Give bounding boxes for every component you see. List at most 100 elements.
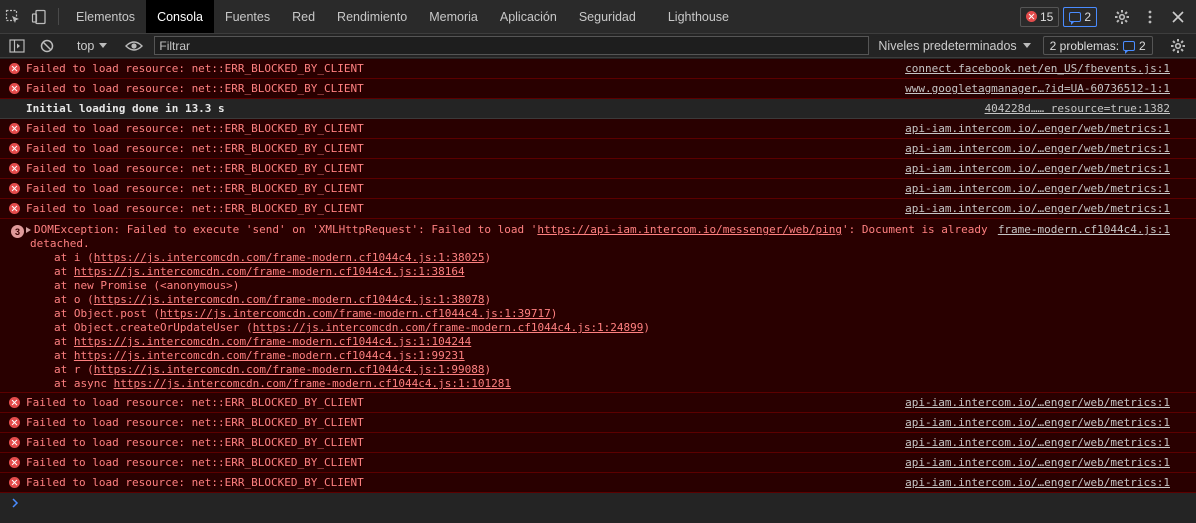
devtools-tabbar: Elementos Consola Fuentes Red Rendimiento Mem… [0, 0, 1196, 34]
console-error-row[interactable]: Failed to load resource: net::ERR_BLOCKE… [0, 199, 1196, 219]
filter-input[interactable] [154, 36, 870, 55]
console-error-row[interactable]: Failed to load resource: net::ERR_BLOCKE… [0, 473, 1196, 493]
stack-frame-text: at new Promise (<anonymous>) [54, 279, 240, 292]
tab-5[interactable]: Memoria [418, 0, 489, 33]
error-icon [1025, 11, 1037, 22]
close-icon[interactable] [1166, 5, 1190, 29]
stack-frame: at new Promise (<anonymous>) [26, 279, 1170, 293]
context-label: top [77, 38, 95, 53]
stack-frame-text: at i ( [54, 251, 94, 264]
console-toolbar: top Niveles predeterminados 2 problemas:… [0, 34, 1196, 58]
stack-frame-text: at Object.post ( [54, 307, 160, 320]
gear-icon[interactable] [1166, 34, 1190, 58]
tab-2[interactable]: Fuentes [214, 0, 281, 33]
message-source-link[interactable]: api-iam.intercom.io/…enger/web/metrics:1 [905, 122, 1170, 135]
context-selector[interactable]: top [69, 39, 115, 53]
stack-frame-link[interactable]: https://js.intercomcdn.com/frame-modern.… [94, 251, 485, 264]
console-error-row[interactable]: Failed to load resource: net::ERR_BLOCKE… [0, 393, 1196, 413]
stack-frame-link[interactable]: https://js.intercomcdn.com/frame-modern.… [160, 307, 551, 320]
console-error-row[interactable]: Failed to load resource: net::ERR_BLOCKE… [0, 119, 1196, 139]
message-list: Failed to load resource: net::ERR_BLOCKE… [0, 393, 1196, 493]
message-source-link[interactable]: api-iam.intercom.io/…enger/web/metrics:1 [905, 202, 1170, 215]
error-count: 15 [1039, 9, 1054, 24]
exception-second-line: detached. [30, 237, 90, 250]
stack-frame-link[interactable]: https://js.intercomcdn.com/frame-modern.… [114, 377, 511, 390]
console-error-row[interactable]: Failed to load resource: net::ERR_BLOCKE… [0, 139, 1196, 159]
error-icon [9, 417, 20, 428]
device-toolbar-icon[interactable] [26, 0, 52, 33]
console-error-row[interactable]: Failed to load resource: net::ERR_BLOCKE… [0, 159, 1196, 179]
console-error-row[interactable]: Failed to load resource: net::ERR_BLOCKE… [0, 79, 1196, 99]
exception-url-link[interactable]: https://api-iam.intercom.io/messenger/we… [537, 223, 842, 236]
console-log-row[interactable]: Initial loading done in 13.3 s 404228d…… … [0, 99, 1196, 119]
live-expression-icon[interactable] [120, 40, 148, 52]
problems-count: 2 [1139, 38, 1146, 53]
issues-icon [1123, 40, 1136, 54]
console-error-row[interactable]: Failed to load resource: net::ERR_BLOCKE… [0, 433, 1196, 453]
stack-frame: at r (https://js.intercomcdn.com/frame-m… [26, 363, 1170, 377]
stack-frame: at o (https://js.intercomcdn.com/frame-m… [26, 293, 1170, 307]
sidebar-toggle-icon[interactable] [0, 38, 34, 53]
repeat-count-badge: 3 [11, 225, 24, 238]
message-source-link[interactable]: api-iam.intercom.io/…enger/web/metrics:1 [905, 162, 1170, 175]
message-source-link[interactable]: 404228d…… resource=true:1382 [985, 102, 1170, 115]
stack-frame-text: ) [484, 251, 492, 264]
issues-icon [1069, 11, 1082, 25]
message-source-link[interactable]: connect.facebook.net/en_US/fbevents.js:1 [905, 62, 1170, 75]
chevron-right-icon [12, 498, 19, 508]
log-levels-dropdown[interactable]: Niveles predeterminados [878, 39, 1031, 53]
message-source-link[interactable]: frame-modern.cf1044c4.js:1 [998, 223, 1170, 237]
message-source-link[interactable]: api-iam.intercom.io/…enger/web/metrics:1 [905, 436, 1170, 449]
stack-frame-link[interactable]: https://js.intercomcdn.com/frame-modern.… [74, 335, 471, 348]
stack-frame-link[interactable]: https://js.intercomcdn.com/frame-modern.… [74, 265, 465, 278]
stack-frame-link[interactable]: https://js.intercomcdn.com/frame-modern.… [74, 349, 465, 362]
tab-7[interactable]: Seguridad [568, 0, 647, 33]
error-icon [9, 457, 20, 468]
stack-frame-link[interactable]: https://js.intercomcdn.com/frame-modern.… [94, 293, 485, 306]
console-error-row[interactable]: Failed to load resource: net::ERR_BLOCKE… [0, 453, 1196, 473]
console-error-row[interactable]: Failed to load resource: net::ERR_BLOCKE… [0, 59, 1196, 79]
error-icon [9, 123, 20, 134]
console-error-row[interactable]: Failed to load resource: net::ERR_BLOCKE… [0, 413, 1196, 433]
inspect-element-icon[interactable] [0, 0, 26, 33]
tab-list: Elementos Consola Fuentes Red Rendimiento Mem… [65, 0, 740, 33]
message-source-link[interactable]: api-iam.intercom.io/…enger/web/metrics:1 [905, 416, 1170, 429]
message-source-link[interactable]: api-iam.intercom.io/…enger/web/metrics:1 [905, 456, 1170, 469]
tab-3[interactable]: Red [281, 0, 326, 33]
stack-frame-text: at o ( [54, 293, 94, 306]
tab-6[interactable]: Aplicación [489, 0, 568, 33]
error-icon [9, 183, 20, 194]
exception-prefix: DOMException: Failed to execute 'send' o… [34, 223, 538, 236]
tab-0[interactable]: Elementos [65, 0, 146, 33]
stack-frame-text: at r ( [54, 363, 94, 376]
clear-console-icon[interactable] [34, 39, 60, 53]
stack-frame-text: at async [54, 377, 114, 390]
stack-frame-text: ) [643, 321, 651, 334]
stack-frame-text: at [54, 335, 74, 348]
problems-label: 2 problemas: [1049, 38, 1120, 53]
tab-4[interactable]: Rendimiento [326, 0, 418, 33]
stack-frame: at https://js.intercomcdn.com/frame-mode… [26, 265, 1170, 279]
issues-count-badge[interactable]: 2 [1063, 6, 1097, 27]
exception-message[interactable]: 3 DOMException: Failed to execute 'send'… [0, 219, 1196, 393]
tab-8[interactable]: Lighthouse [657, 0, 740, 33]
gear-icon[interactable] [1110, 5, 1134, 29]
message-source-link[interactable]: api-iam.intercom.io/…enger/web/metrics:1 [905, 396, 1170, 409]
console-error-row[interactable]: Failed to load resource: net::ERR_BLOCKE… [0, 179, 1196, 199]
problems-button[interactable]: 2 problemas: 2 [1042, 36, 1153, 55]
message-source-link[interactable]: api-iam.intercom.io/…enger/web/metrics:1 [905, 182, 1170, 195]
stack-frame: at async https://js.intercomcdn.com/fram… [26, 377, 1170, 391]
tab-1[interactable]: Consola [146, 0, 214, 33]
error-count-badge[interactable]: 15 [1019, 6, 1060, 27]
stack-frame-text: at [54, 265, 74, 278]
stack-frame-link[interactable]: https://js.intercomcdn.com/frame-modern.… [94, 363, 485, 376]
message-list: Failed to load resource: net::ERR_BLOCKE… [0, 59, 1196, 219]
message-source-link[interactable]: www.googletagmanager…?id=UA-60736512-1:1 [905, 82, 1170, 95]
message-source-link[interactable]: api-iam.intercom.io/…enger/web/metrics:1 [905, 476, 1170, 489]
stack-frame-link[interactable]: https://js.intercomcdn.com/frame-modern.… [253, 321, 644, 334]
expand-triangle-icon[interactable] [26, 227, 31, 233]
error-icon [9, 143, 20, 154]
console-prompt[interactable] [0, 493, 1196, 513]
message-source-link[interactable]: api-iam.intercom.io/…enger/web/metrics:1 [905, 142, 1170, 155]
more-vertical-icon[interactable] [1138, 5, 1162, 29]
